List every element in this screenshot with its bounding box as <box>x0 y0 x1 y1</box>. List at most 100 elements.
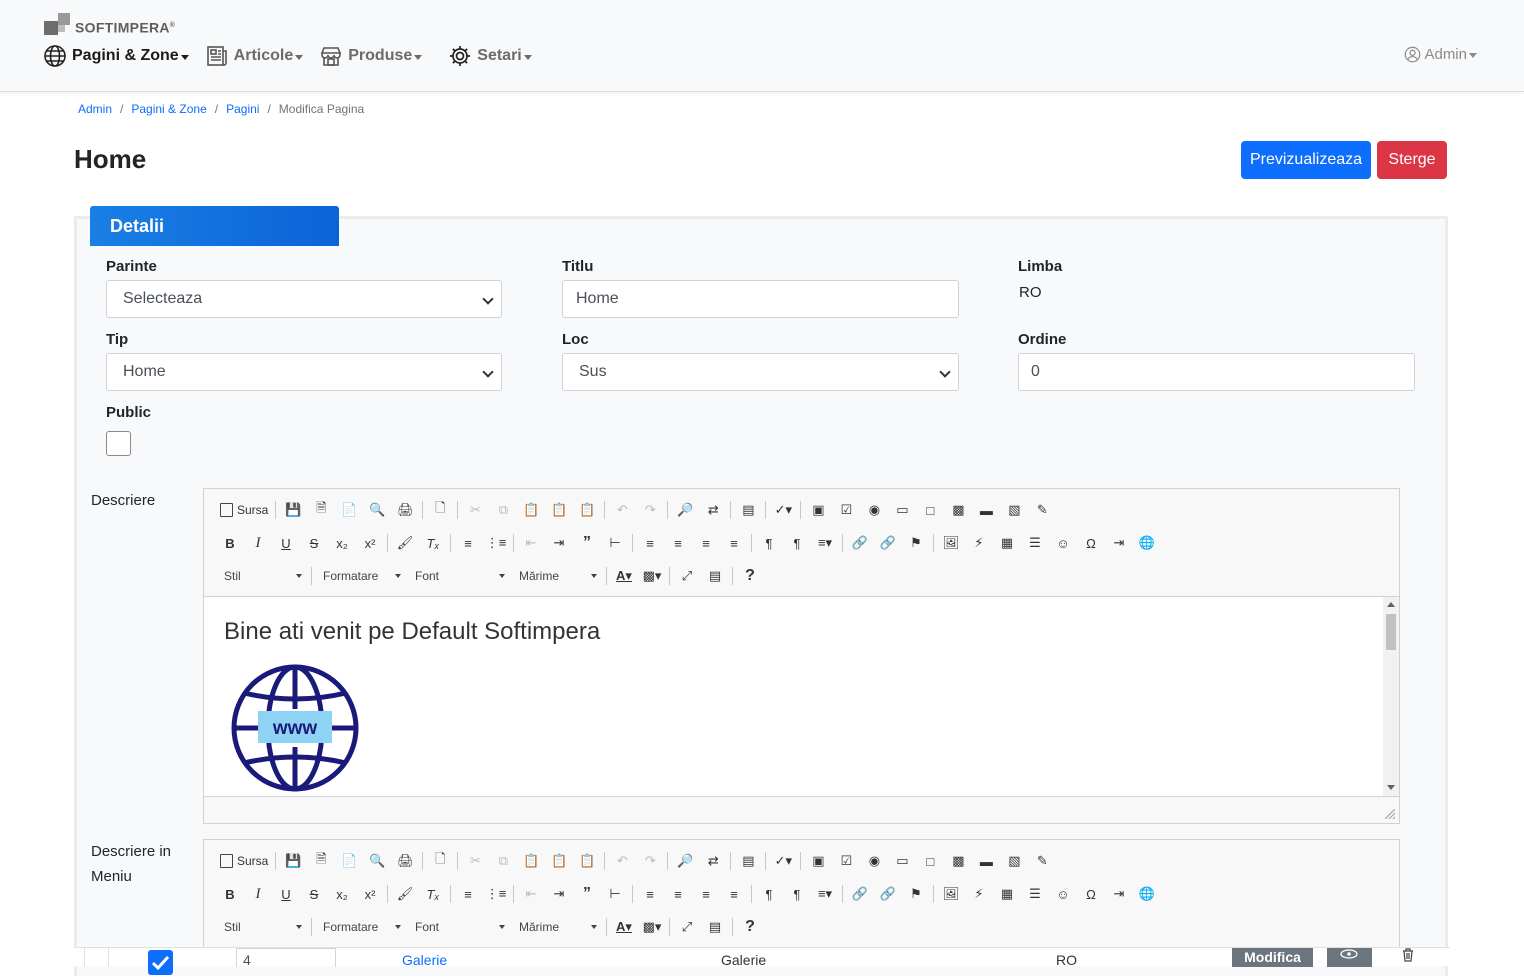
special-char-icon[interactable]: Ω <box>1077 530 1105 556</box>
copy-icon[interactable]: ⧉ <box>489 497 517 523</box>
templates-icon[interactable]: 🗋 <box>426 497 454 523</box>
italic-icon[interactable]: I <box>244 881 272 907</box>
text-color-icon[interactable]: A▾ <box>610 914 638 940</box>
source-button[interactable]: Sursa <box>216 497 272 523</box>
blockquote-icon[interactable]: ” <box>573 530 601 556</box>
select-field-icon[interactable]: ▩ <box>944 497 972 523</box>
find-icon[interactable]: 🔎 <box>671 848 699 874</box>
subscript-icon[interactable]: x₂ <box>328 881 356 907</box>
justify-icon[interactable]: ≡ <box>720 530 748 556</box>
bulleted-list-icon[interactable]: ⋮≡ <box>482 530 510 556</box>
italic-icon[interactable]: I <box>244 530 272 556</box>
row-checkbox[interactable] <box>148 950 173 975</box>
show-blocks-icon[interactable]: ▤ <box>701 914 729 940</box>
paste-text-icon[interactable]: 📋 <box>545 497 573 523</box>
editor-content[interactable]: Bine ati venit pe Default Softimpera www <box>204 596 1399 797</box>
page-break-icon[interactable]: ⇥ <box>1105 881 1133 907</box>
format-combo[interactable]: Formatare <box>315 914 407 940</box>
copy-icon[interactable]: ⧉ <box>489 848 517 874</box>
link-icon[interactable]: 🔗 <box>846 881 874 907</box>
hidden-field-icon[interactable]: ✎ <box>1028 848 1056 874</box>
undo-icon[interactable]: ↶ <box>608 848 636 874</box>
image-button-icon[interactable]: ▧ <box>1000 848 1028 874</box>
flash-icon[interactable]: ⚡ <box>965 881 993 907</box>
textfield-icon[interactable]: ▭ <box>888 497 916 523</box>
spellcheck-icon[interactable]: ✓▾ <box>769 497 797 523</box>
editor-scrollbar[interactable] <box>1383 597 1399 796</box>
select-all-icon[interactable]: ▤ <box>734 848 762 874</box>
save-icon[interactable]: 💾 <box>279 848 307 874</box>
align-right-icon[interactable]: ≡ <box>692 530 720 556</box>
breadcrumb-pagini-zone[interactable]: Pagini & Zone <box>131 102 206 116</box>
ltr-icon[interactable]: ¶ <box>755 530 783 556</box>
rtl-icon[interactable]: ¶ <box>783 530 811 556</box>
form-icon[interactable]: ▣ <box>804 848 832 874</box>
paste-icon[interactable]: 📋 <box>517 497 545 523</box>
nav-pagini-zone[interactable]: Pagini & Zone <box>43 44 189 68</box>
textfield-icon[interactable]: ▭ <box>888 848 916 874</box>
find-icon[interactable]: 🔎 <box>671 497 699 523</box>
radio-icon[interactable]: ◉ <box>860 848 888 874</box>
font-combo[interactable]: Font <box>407 914 511 940</box>
align-left-icon[interactable]: ≡ <box>636 530 664 556</box>
image-icon[interactable]: 🖼 <box>937 530 965 556</box>
language-icon[interactable]: ≡▾ <box>811 881 839 907</box>
maximize-icon[interactable]: ⤢ <box>673 914 701 940</box>
button-field-icon[interactable]: ▬ <box>972 848 1000 874</box>
font-combo[interactable]: Font <box>407 563 511 589</box>
breadcrumb-pagini[interactable]: Pagini <box>226 102 259 116</box>
justify-icon[interactable]: ≡ <box>720 881 748 907</box>
hidden-field-icon[interactable]: ✎ <box>1028 497 1056 523</box>
ordine-input[interactable]: 0 <box>1018 353 1415 391</box>
help-icon[interactable]: ? <box>736 914 764 940</box>
link-icon[interactable]: 🔗 <box>846 530 874 556</box>
checkbox-icon[interactable]: ☑ <box>832 497 860 523</box>
help-icon[interactable]: ? <box>736 563 764 589</box>
subscript-icon[interactable]: x₂ <box>328 530 356 556</box>
brand-logo[interactable]: SOFTIMPERA® <box>44 13 175 35</box>
horizontal-line-icon[interactable]: ☰ <box>1021 881 1049 907</box>
special-char-icon[interactable]: Ω <box>1077 881 1105 907</box>
rtl-icon[interactable]: ¶ <box>783 881 811 907</box>
pdf-icon[interactable]: 📄 <box>335 497 363 523</box>
outdent-icon[interactable]: ⇤ <box>517 530 545 556</box>
paste-text-icon[interactable]: 📋 <box>545 848 573 874</box>
textarea-icon[interactable]: □ <box>916 497 944 523</box>
ltr-icon[interactable]: ¶ <box>755 881 783 907</box>
checkbox-icon[interactable]: ☑ <box>832 848 860 874</box>
indent-icon[interactable]: ⇥ <box>545 530 573 556</box>
table-icon[interactable]: ▦ <box>993 530 1021 556</box>
blockquote-icon[interactable]: ” <box>573 881 601 907</box>
replace-icon[interactable]: ⇄ <box>699 848 727 874</box>
remove-format-icon[interactable]: Tₓ <box>419 530 447 556</box>
trash-icon[interactable] <box>1401 948 1415 962</box>
preview-icon[interactable]: 🔍 <box>363 497 391 523</box>
copy-format-icon[interactable]: 🖌 <box>391 530 419 556</box>
indent-icon[interactable]: ⇥ <box>545 881 573 907</box>
bold-icon[interactable]: B <box>216 530 244 556</box>
bg-color-icon[interactable]: ▩▾ <box>638 914 666 940</box>
remove-format-icon[interactable]: Tₓ <box>419 881 447 907</box>
anchor-flag-icon[interactable]: ⚑ <box>902 881 930 907</box>
replace-icon[interactable]: ⇄ <box>699 497 727 523</box>
form-icon[interactable]: ▣ <box>804 497 832 523</box>
user-menu[interactable]: Admin <box>1404 46 1477 63</box>
size-combo[interactable]: Mărime <box>511 914 603 940</box>
style-combo[interactable]: Stil <box>216 563 308 589</box>
row-order-input[interactable]: 4 <box>236 948 336 968</box>
parinte-select[interactable]: Selecteaza <box>106 280 502 318</box>
numbered-list-icon[interactable]: ≡ <box>454 530 482 556</box>
div-container-icon[interactable]: ⊢ <box>601 530 629 556</box>
button-field-icon[interactable]: ▬ <box>972 497 1000 523</box>
flash-icon[interactable]: ⚡ <box>965 530 993 556</box>
pdf-icon[interactable]: 📄 <box>335 848 363 874</box>
preview-button[interactable]: Previzualizeaza <box>1241 141 1371 179</box>
strike-icon[interactable]: S <box>300 881 328 907</box>
print-icon[interactable]: 🖨 <box>391 497 419 523</box>
spellcheck-icon[interactable]: ✓▾ <box>769 848 797 874</box>
numbered-list-icon[interactable]: ≡ <box>454 881 482 907</box>
paste-word-icon[interactable]: 📋 <box>573 497 601 523</box>
paste-word-icon[interactable]: 📋 <box>573 848 601 874</box>
copy-format-icon[interactable]: 🖌 <box>391 881 419 907</box>
cut-icon[interactable]: ✂ <box>461 848 489 874</box>
